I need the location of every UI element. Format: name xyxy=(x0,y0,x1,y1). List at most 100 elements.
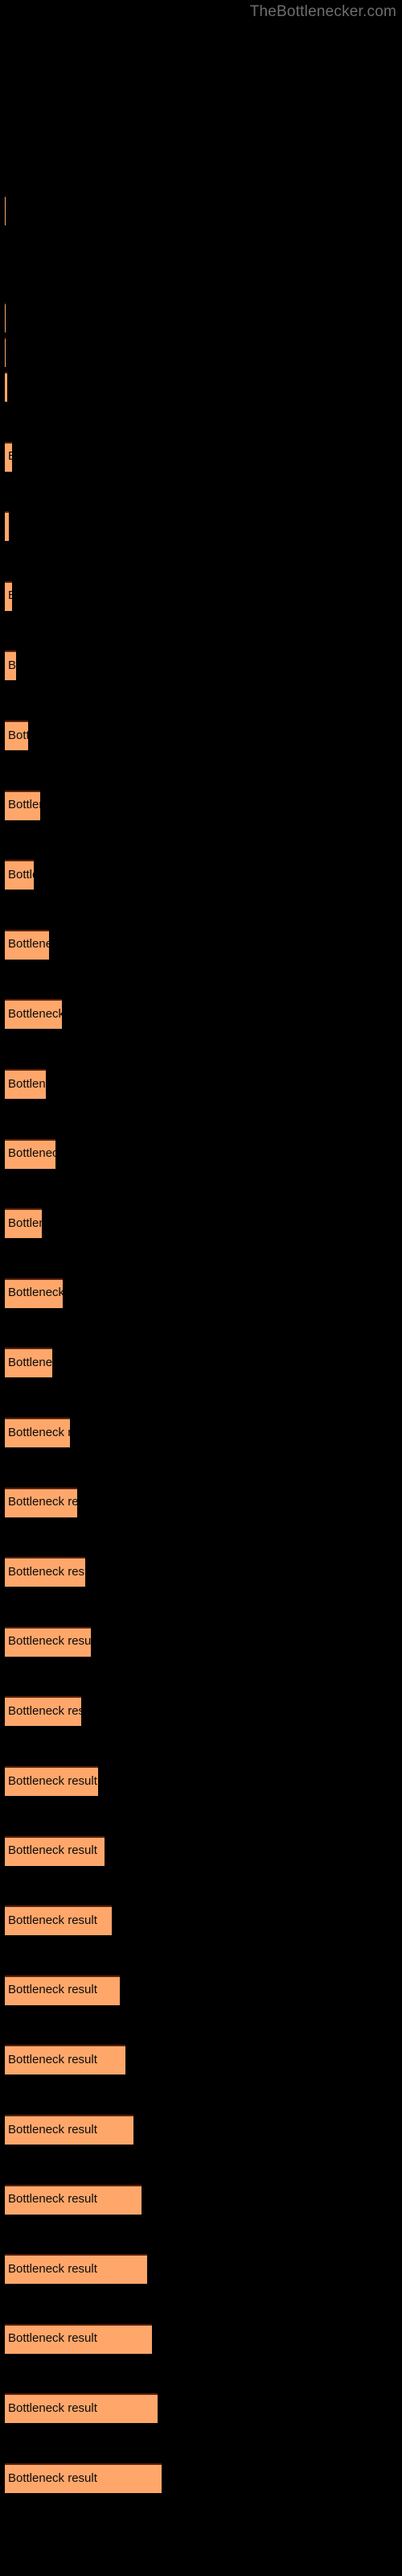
bar-row: Bottleneck result xyxy=(5,1138,55,1169)
bar-label-clip: Bottleneck result xyxy=(5,1139,55,1169)
bar-label-clip: Bottleneck result xyxy=(5,720,28,750)
bar-label: Bottleneck result xyxy=(8,1704,81,1718)
bar-label: Bottleneck result xyxy=(8,1984,97,1997)
bar-label: Bottleneck result xyxy=(8,1077,46,1091)
bar-label-clip: Bottleneck result xyxy=(5,999,62,1029)
bar-label-clip: Bottleneck result xyxy=(5,2254,147,2284)
bar-row: Bottleneck result xyxy=(5,580,12,611)
bar-label-clip: Bottleneck result xyxy=(5,2115,133,2145)
bar-label-clip: Bottleneck result xyxy=(5,337,6,367)
bar-row: Bottleneck result xyxy=(5,337,6,367)
bar-label-clip: Bottleneck result xyxy=(5,2045,125,2074)
bar-label-clip: Bottleneck result xyxy=(5,2185,142,2215)
bar-label-clip: Bottleneck result xyxy=(5,1766,98,1796)
bar-row: Bottleneck result xyxy=(5,1487,78,1517)
bar-label-clip: Bottleneck result xyxy=(5,1418,70,1447)
bar-row: Bottleneck result xyxy=(5,2254,148,2285)
bar-label: Bottleneck result xyxy=(8,868,34,881)
bar-label: Bottleneck result xyxy=(8,799,40,812)
bar-label-clip: Bottleneck result xyxy=(5,196,6,225)
bar-row: Bottleneck result xyxy=(5,2184,142,2215)
bar-label-clip: Bottleneck result xyxy=(5,1696,81,1726)
bar-label-clip: Bottleneck result xyxy=(5,1208,42,1238)
bar-row: Bottleneck result xyxy=(5,929,50,960)
bar-label: Bottleneck result xyxy=(8,2262,97,2276)
bar-label-clip: Bottleneck result xyxy=(5,1069,46,1099)
bar-row: Bottleneck result xyxy=(5,2045,126,2075)
bar-label-clip: Bottleneck result xyxy=(5,2324,152,2354)
bar-label-clip: Bottleneck result xyxy=(5,1975,120,2005)
plot-area: Bottleneck result Bottleneck result Bottle… xyxy=(0,0,402,2576)
bar-row: Bottleneck result xyxy=(5,1626,91,1657)
bar-row: Bottleneck result xyxy=(5,650,17,681)
bar-label-clip: Bottleneck result xyxy=(5,511,9,541)
bar-label: Bottleneck result xyxy=(8,2401,97,2415)
bar-label-clip: Bottleneck result xyxy=(5,1627,91,1657)
bar-label: Bottleneck result xyxy=(8,2053,97,2066)
bar-label-clip: Bottleneck result xyxy=(5,1905,112,1935)
bar-label-clip: Bottleneck result xyxy=(5,1557,85,1587)
bar-label: Bottleneck result xyxy=(8,589,12,602)
bar-row: Bottleneck result xyxy=(5,196,6,225)
bar-label-clip: Bottleneck result xyxy=(5,372,7,402)
bar-label: Bottleneck result xyxy=(8,520,9,533)
bar-label-clip: Bottleneck result xyxy=(5,1348,52,1377)
bar-label: Bottleneck result xyxy=(8,1216,42,1230)
bar-label-clip: Bottleneck result xyxy=(5,1278,63,1308)
bar-label: Bottleneck result xyxy=(8,1286,64,1300)
bar-label: Bottleneck result xyxy=(8,2123,97,2136)
bar-label: Bottleneck result xyxy=(8,1565,85,1579)
bar-row: Bottleneck result xyxy=(5,2463,162,2493)
bar-label: Bottleneck result xyxy=(8,1844,97,1858)
bar-row: Bottleneck result xyxy=(5,860,35,890)
bar-row: Bottleneck result xyxy=(5,1975,120,2005)
bar-row: Bottleneck result xyxy=(5,720,28,750)
bar-row: Bottleneck result xyxy=(5,1418,70,1447)
bar-row: Bottleneck result xyxy=(5,1905,113,1936)
bar-label: Bottleneck result xyxy=(8,729,28,742)
bar-row: Bottleneck result xyxy=(5,999,63,1030)
bar-label: Bottleneck result xyxy=(8,658,17,672)
bar-row: Bottleneck result xyxy=(5,1557,85,1587)
bar-row: Bottleneck result xyxy=(5,1348,53,1378)
bar-label: Bottleneck result xyxy=(8,2193,97,2207)
bar-label-clip: Bottleneck result xyxy=(5,930,49,960)
bar-row: Bottleneck result xyxy=(5,1766,99,1796)
bar-label: Bottleneck result xyxy=(8,1774,97,1788)
bar-row: Bottleneck result xyxy=(5,1696,82,1727)
bar-row: Bottleneck result xyxy=(5,372,7,402)
bar-row: Bottleneck result xyxy=(5,303,6,332)
bottleneck-bar-chart: TheBottlenecker.com Bottleneck resultBot… xyxy=(0,0,402,2576)
bar-label: Bottleneck result xyxy=(8,1007,63,1021)
bar-label: Bottleneck result xyxy=(8,1356,53,1369)
bar-row: Bottleneck result xyxy=(5,2393,158,2424)
bar-row: Bottleneck result xyxy=(5,441,12,472)
bar-row: Bottleneck result xyxy=(5,1835,105,1866)
bar-label: Bottleneck result xyxy=(8,938,50,952)
bar-label: Bottleneck result xyxy=(8,1913,97,1927)
bar-label-clip: Bottleneck result xyxy=(5,791,40,820)
bar-label: Bottleneck result xyxy=(8,1496,78,1509)
bar-label-clip: Bottleneck result xyxy=(5,442,12,472)
bar-label-clip: Bottleneck result xyxy=(5,1836,105,1866)
bar-row: Bottleneck result xyxy=(5,2115,133,2145)
bar-label-clip: Bottleneck result xyxy=(5,650,16,680)
bar-label: Bottleneck result xyxy=(8,450,12,463)
bar-label: Bottleneck result xyxy=(8,1426,70,1439)
bar-label-clip: Bottleneck result xyxy=(5,1488,77,1517)
bar-label-clip: Bottleneck result xyxy=(5,303,6,332)
bar-label-clip: Bottleneck result xyxy=(5,2463,162,2493)
bar-row: Bottleneck result xyxy=(5,2323,152,2354)
bar-label: Bottleneck result xyxy=(8,1635,91,1649)
bar-label-clip: Bottleneck result xyxy=(5,860,34,890)
bar-row: Bottleneck result xyxy=(5,1208,42,1239)
bar-label: Bottleneck result xyxy=(8,1147,55,1161)
bar-row: Bottleneck result xyxy=(5,511,9,542)
bar-label: Bottleneck result xyxy=(8,2332,97,2346)
bar-label-clip: Bottleneck result xyxy=(5,2393,158,2423)
bar-row: Bottleneck result xyxy=(5,1278,64,1308)
bar-row: Bottleneck result xyxy=(5,1069,47,1099)
bar-label: Bottleneck result xyxy=(8,2471,97,2485)
bar-label-clip: Bottleneck result xyxy=(5,581,12,611)
bar-row: Bottleneck result xyxy=(5,790,40,820)
